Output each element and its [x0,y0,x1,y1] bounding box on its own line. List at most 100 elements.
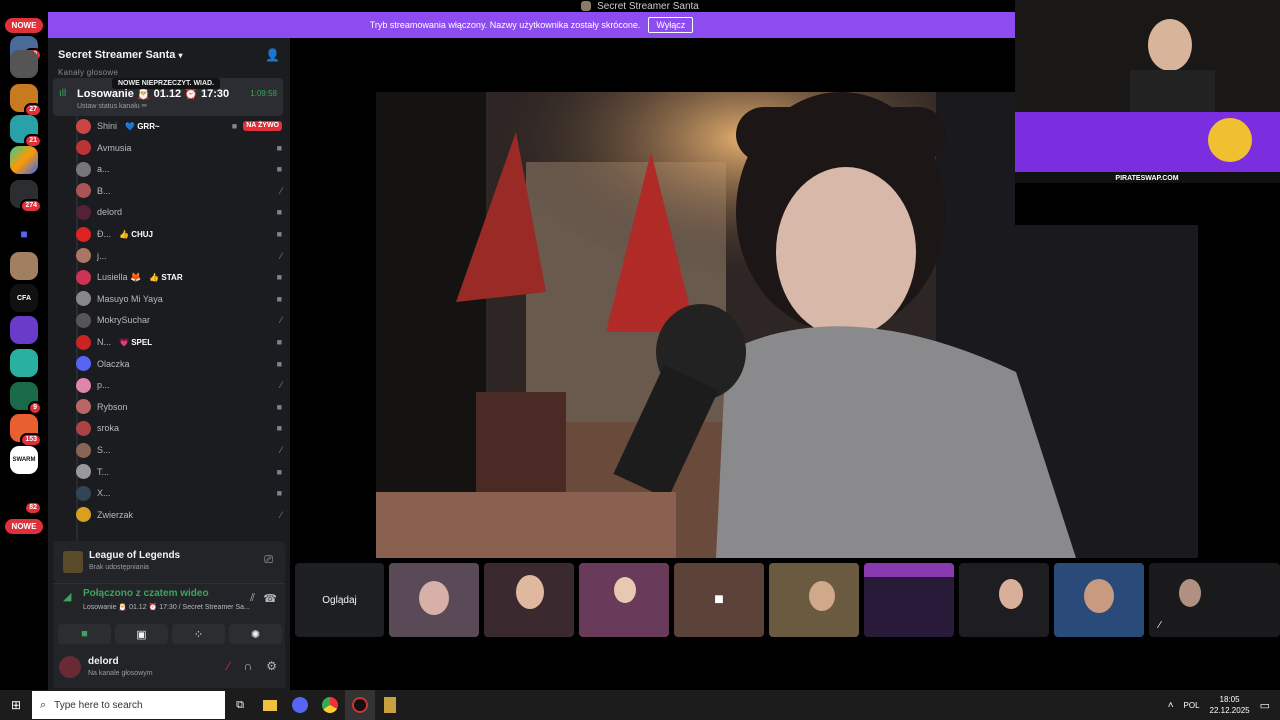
participant-tile[interactable] [389,563,479,637]
server-header[interactable]: Secret Streamer Santa ▾ 👤 [48,38,290,72]
voice-member[interactable]: Shini 💙 GRR~ ■ NA ŻYWO [76,116,282,136]
add-member-icon[interactable]: 👤 [265,48,280,62]
noise-suppression-icon[interactable]: ⫽ [250,592,255,605]
voice-member[interactable]: Ð... 👍 CHUJ ■ [76,224,282,244]
voice-member[interactable]: Lusiella 🦊 👍 STAR ■ [76,267,282,287]
server-icon-10[interactable]: 153 [10,414,42,447]
avatar [76,226,91,242]
chrome-icon [322,697,338,713]
member-name: Lusiella 🦊 [97,271,142,282]
category-label[interactable]: Kanały głosowe [58,68,118,77]
avatar [76,140,91,156]
participant-tile[interactable] [1054,563,1144,637]
participant-tile-camera-off[interactable]: ■ [674,563,764,637]
unread-badge: 274 [20,199,42,213]
screen-icon: ▣ [136,628,147,641]
app-taskbar-button[interactable] [345,690,375,720]
server-icon-5[interactable] [10,146,38,174]
participant-tile[interactable] [579,563,669,637]
file-explorer-button[interactable] [255,690,285,720]
new-messages-pill-bottom[interactable]: NOWE [5,519,43,534]
banner-text: Tryb streamowania włączony. Nazwy użytko… [369,20,641,30]
start-button[interactable]: ⊞ [0,690,32,720]
camera-icon: ■ [276,358,282,369]
voice-member[interactable]: X... ■ [76,483,282,503]
camera-button[interactable]: ■ [58,624,111,644]
voice-connection-channel[interactable]: Losowanie 🎅 01.12 ⏰ 17:30 / Secret Strea… [83,603,250,611]
discord-icon [292,697,308,713]
voice-member[interactable]: j... ⁄ [76,246,282,266]
streamer-mode-banner: Tryb streamowania włączony. Nazwy użytko… [48,12,1015,38]
server-icon-11[interactable]: 82 [10,482,42,515]
avatar [76,442,91,458]
server-icon-8[interactable] [10,349,38,377]
member-status-icons: ■ [277,164,282,174]
member-status-icons: ⁄ [280,380,282,390]
lol-taskbar-button[interactable] [375,690,405,720]
task-view-button[interactable]: ⧉ [225,690,255,720]
member-name: delord [97,207,123,218]
watch-button[interactable]: Oglądaj [295,563,384,637]
participant-tile[interactable] [959,563,1049,637]
member-name: Shini [97,121,118,131]
clock[interactable]: 18:05 22.12.2025 [1210,694,1250,716]
picture-in-picture-stream[interactable]: PIRATESWAP.COM [1015,0,1280,225]
voice-member[interactable]: MokrySuchar ⁄ [76,310,282,330]
participant-tile[interactable] [769,563,859,637]
voice-member[interactable]: N... 💗 SPEL ■ [76,332,282,352]
avatar [76,356,91,372]
chrome-taskbar-button[interactable] [315,690,345,720]
server-icon-swarm[interactable]: SWARM [10,446,38,474]
voice-member[interactable]: S... ⁄ [76,440,282,460]
chevron-up-icon[interactable]: ˄ [1168,700,1174,711]
voice-member[interactable]: B... ⁄ [76,181,282,201]
voice-member[interactable]: a... ■ [76,159,282,179]
participant-tile[interactable] [864,563,954,637]
voice-member[interactable]: Rybson ■ [76,397,282,417]
voice-member[interactable]: Avmusia ■ [76,138,282,158]
soundboard-button[interactable]: ✺ [229,624,282,644]
pip-video-frame: PIRATESWAP.COM [1015,0,1280,225]
language-indicator[interactable]: POL [1184,701,1200,710]
voice-connection-status[interactable]: Połączono z czatem wideo [83,588,209,599]
discord-taskbar-button[interactable] [285,690,315,720]
server-icon-3[interactable]: 27 [10,84,42,117]
activities-button[interactable]: ⁘ [172,624,225,644]
voice-member[interactable]: p... ⁄ [76,375,282,395]
voice-member[interactable]: delord ■ [76,202,282,222]
disable-streamer-mode-button[interactable]: Wyłącz [648,17,694,33]
voice-member[interactable]: T... ■ [76,462,282,482]
notifications-icon[interactable]: ▭ [1260,699,1270,712]
voice-member[interactable]: Zwierzak ⁄ [76,505,282,525]
voice-member[interactable]: Masuyo Mi Yaya ■ [76,289,282,309]
headphones-icon[interactable]: ∩ [244,659,253,673]
gear-icon[interactable]: ⚙ [266,659,277,673]
user-name[interactable]: delord [88,656,119,667]
voice-channel-status[interactable]: Ustaw status kanału ✏ [77,102,147,110]
server-icon-4[interactable]: 21 [10,115,42,148]
screen-share-button[interactable]: ▣ [115,624,168,644]
server-icon-7[interactable] [10,316,38,344]
mute-icon[interactable]: ⁄ [228,659,230,673]
screen-share-icon[interactable]: ⎚ [264,554,273,567]
avatar[interactable] [59,656,81,678]
participant-tile[interactable] [484,563,574,637]
new-messages-pill-top[interactable]: NOWE [5,18,43,33]
voice-member[interactable]: Olaczka ■ [76,354,282,374]
voice-member[interactable]: sroka ■ [76,418,282,438]
folder-icon[interactable]: ■ [10,220,38,248]
server-icon-2[interactable] [10,48,38,78]
server-icon-cfa[interactable]: CFA [10,284,38,312]
server-folder-icon[interactable]: 274 [10,180,42,213]
member-name: Zwierzak [97,509,134,520]
activity-title: League of Legends [89,550,181,561]
server-icon-9[interactable]: 9 [10,382,42,415]
camera-icon: ■ [276,466,282,477]
windows-taskbar: ⊞ ⌕ Type here to search ⧉ ˄ POL 18:05 22… [0,690,1280,720]
disconnect-icon[interactable]: ☎ [263,592,277,605]
server-icon-6[interactable] [10,252,38,280]
participant-tile[interactable]: ⁄ [1149,563,1280,637]
search-icon: ⌕ [40,698,47,711]
taskbar-search[interactable]: ⌕ Type here to search [32,691,225,719]
member-status-icons: ⁄ [280,510,282,520]
